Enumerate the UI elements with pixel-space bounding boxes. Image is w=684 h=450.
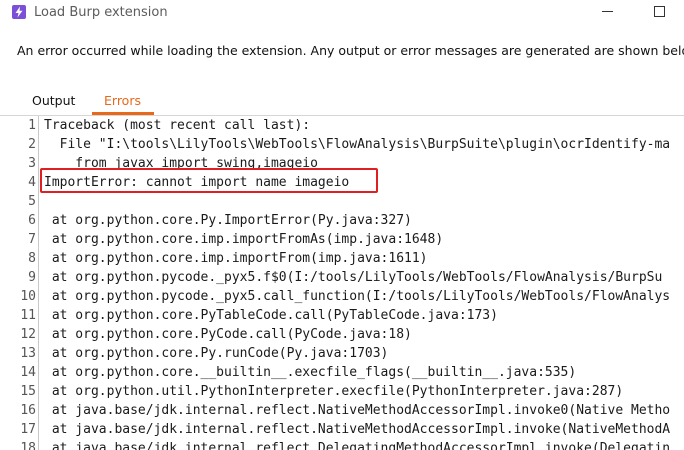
line-number: 13 bbox=[20, 346, 36, 361]
code-line: at org.python.pycode._pyx5.f$0(I:/tools/… bbox=[44, 270, 663, 285]
line-number: 9 bbox=[28, 270, 36, 285]
tab-errors[interactable]: Errors bbox=[104, 93, 141, 109]
window-title: Load Burp extension bbox=[34, 5, 168, 20]
line-number: 7 bbox=[28, 232, 36, 247]
line-number: 1 bbox=[28, 118, 36, 133]
code-line: at java.base/jdk.internal.reflect.Native… bbox=[44, 422, 671, 437]
line-number: 10 bbox=[20, 289, 36, 304]
line-number: 16 bbox=[20, 403, 36, 418]
code-line: at org.python.core.PyCode.call(PyCode.ja… bbox=[44, 327, 412, 342]
line-number: 6 bbox=[28, 213, 36, 228]
code-line: at java.base/jdk.internal.reflect.Delega… bbox=[44, 441, 671, 450]
error-highlight-box bbox=[40, 168, 378, 193]
line-number: 12 bbox=[20, 327, 36, 342]
code-line: at org.python.core.imp.importFrom(imp.ja… bbox=[44, 251, 428, 266]
line-number: 3 bbox=[28, 156, 36, 171]
line-number: 8 bbox=[28, 251, 36, 266]
code-line: at org.python.util.PythonInterpreter.exe… bbox=[44, 384, 624, 399]
title-bar: Load Burp extension bbox=[0, 0, 684, 26]
line-number: 15 bbox=[20, 384, 36, 399]
tab-output[interactable]: Output bbox=[32, 93, 75, 109]
maximize-button[interactable] bbox=[654, 6, 665, 17]
code-line: at org.python.core.Py.ImportError(Py.jav… bbox=[44, 213, 412, 228]
error-message: An error occurred while loading the exte… bbox=[17, 43, 684, 58]
code-line: at org.python.core.imp.importFromAs(imp.… bbox=[44, 232, 444, 247]
code-line: at java.base/jdk.internal.reflect.Native… bbox=[44, 403, 671, 418]
line-number: 11 bbox=[20, 308, 36, 323]
code-line: at org.python.core.__builtin__.execfile_… bbox=[44, 365, 577, 380]
code-line: at org.python.core.PyTableCode.call(PyTa… bbox=[44, 308, 498, 323]
line-number: 4 bbox=[28, 175, 36, 190]
code-line: at org.python.core.Py.runCode(Py.java:17… bbox=[44, 346, 389, 361]
error-output-editor[interactable]: 1 2 3 4 5 6 7 8 9 10 11 12 13 14 15 16 1… bbox=[0, 116, 684, 450]
code-line: at org.python.pycode._pyx5.call_function… bbox=[44, 289, 671, 304]
burp-lightning-icon bbox=[12, 5, 26, 19]
minimize-button[interactable] bbox=[602, 11, 613, 12]
line-number-gutter: 1 2 3 4 5 6 7 8 9 10 11 12 13 14 15 16 1… bbox=[0, 116, 38, 450]
gutter-separator bbox=[38, 116, 39, 450]
line-number: 17 bbox=[20, 422, 36, 437]
line-number: 2 bbox=[28, 137, 36, 152]
code-line: File "I:\tools\LilyTools\WebTools\FlowAn… bbox=[44, 137, 671, 152]
line-number: 14 bbox=[20, 365, 36, 380]
line-number: 18 bbox=[20, 441, 36, 450]
code-line: Traceback (most recent call last): bbox=[44, 118, 311, 133]
line-number: 5 bbox=[28, 194, 36, 209]
